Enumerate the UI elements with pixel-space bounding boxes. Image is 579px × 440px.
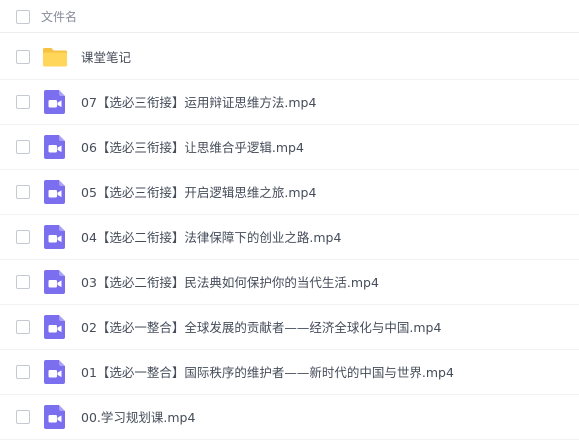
- video-file-icon: [42, 224, 68, 250]
- video-file-icon: [42, 179, 68, 205]
- file-list: 文件名 课堂笔记 07【选必三衔接】运用辩证思维方法.mp4 06【选必三衔接】让思…: [0, 0, 579, 440]
- list-header: 文件名: [0, 0, 579, 33]
- video-file-icon: [42, 314, 68, 340]
- file-name[interactable]: 03【选必二衔接】民法典如何保护你的当代生活.mp4: [81, 274, 379, 291]
- file-name[interactable]: 00.学习规划课.mp4: [81, 409, 195, 426]
- row-checkbox[interactable]: [16, 410, 30, 424]
- file-name[interactable]: 01【选必一整合】国际秩序的维护者——新时代的中国与世界.mp4: [81, 364, 454, 381]
- folder-icon: [42, 44, 68, 70]
- row-checkbox[interactable]: [16, 140, 30, 154]
- video-file-icon: [42, 359, 68, 385]
- row-checkbox[interactable]: [16, 275, 30, 289]
- file-row[interactable]: 00.学习规划课.mp4: [0, 395, 579, 440]
- video-file-icon: [42, 404, 68, 430]
- file-name[interactable]: 课堂笔记: [81, 49, 131, 66]
- file-row[interactable]: 05【选必三衔接】开启逻辑思维之旅.mp4: [0, 170, 579, 215]
- video-file-icon: [42, 134, 68, 160]
- row-checkbox[interactable]: [16, 185, 30, 199]
- file-name[interactable]: 07【选必三衔接】运用辩证思维方法.mp4: [81, 94, 316, 111]
- file-row[interactable]: 04【选必二衔接】法律保障下的创业之路.mp4: [0, 215, 579, 260]
- row-checkbox[interactable]: [16, 50, 30, 64]
- row-checkbox[interactable]: [16, 95, 30, 109]
- file-row[interactable]: 03【选必二衔接】民法典如何保护你的当代生活.mp4: [0, 260, 579, 305]
- file-name[interactable]: 04【选必二衔接】法律保障下的创业之路.mp4: [81, 229, 341, 246]
- folder-row[interactable]: 课堂笔记: [0, 35, 579, 80]
- video-file-icon: [42, 269, 68, 295]
- file-rows: 课堂笔记 07【选必三衔接】运用辩证思维方法.mp4 06【选必三衔接】让思维合乎逻…: [0, 35, 579, 440]
- row-checkbox[interactable]: [16, 230, 30, 244]
- file-row[interactable]: 02【选必一整合】全球发展的贡献者——经济全球化与中国.mp4: [0, 305, 579, 350]
- file-name[interactable]: 06【选必三衔接】让思维合乎逻辑.mp4: [81, 139, 304, 156]
- row-checkbox[interactable]: [16, 320, 30, 334]
- file-name[interactable]: 02【选必一整合】全球发展的贡献者——经济全球化与中国.mp4: [81, 319, 441, 336]
- select-all-checkbox[interactable]: [16, 10, 30, 24]
- file-row[interactable]: 06【选必三衔接】让思维合乎逻辑.mp4: [0, 125, 579, 170]
- file-name[interactable]: 05【选必三衔接】开启逻辑思维之旅.mp4: [81, 184, 316, 201]
- file-row[interactable]: 01【选必一整合】国际秩序的维护者——新时代的中国与世界.mp4: [0, 350, 579, 395]
- row-checkbox[interactable]: [16, 365, 30, 379]
- file-row[interactable]: 07【选必三衔接】运用辩证思维方法.mp4: [0, 80, 579, 125]
- video-file-icon: [42, 89, 68, 115]
- filename-column-header[interactable]: 文件名: [41, 9, 77, 25]
